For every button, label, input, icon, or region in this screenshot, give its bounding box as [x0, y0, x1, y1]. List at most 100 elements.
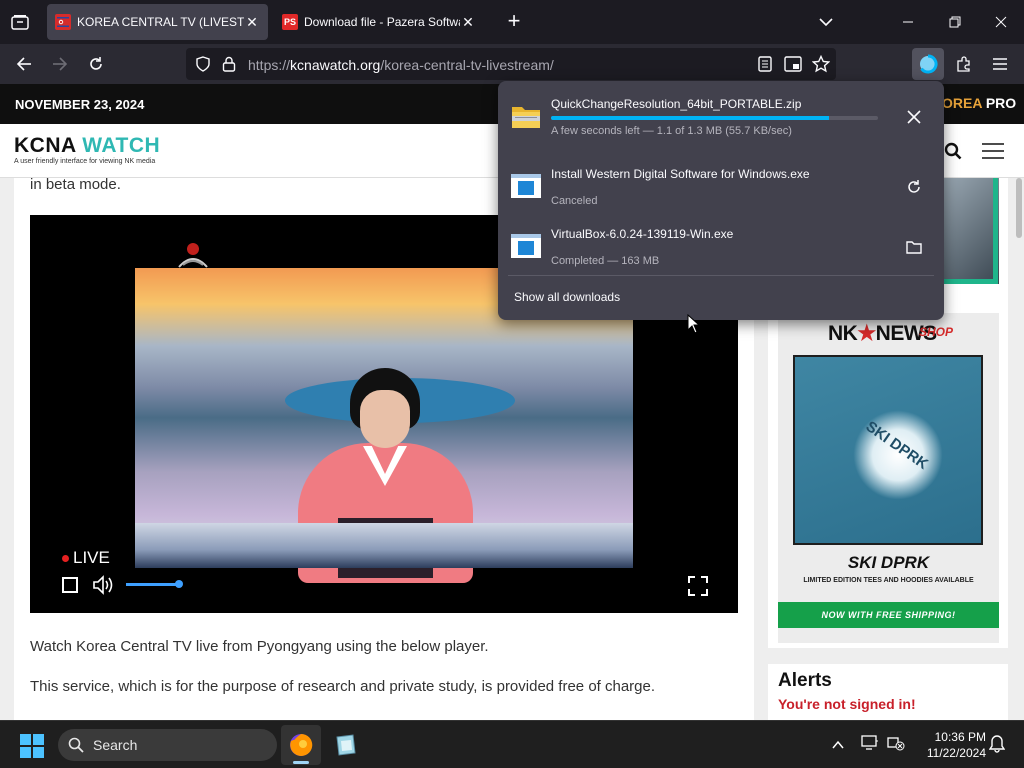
app-taskbar-button[interactable]: [325, 725, 365, 765]
reload-icon: [90, 57, 102, 70]
intro-paragraph: Watch Korea Central TV live from Pyongya…: [30, 638, 489, 655]
current-date: NOVEMBER 23, 2024: [15, 97, 145, 112]
download-status: A few seconds left — 1.1 of 1.3 MB (55.7…: [551, 125, 792, 137]
list-all-tabs-button[interactable]: [814, 12, 838, 32]
tab-close-icon[interactable]: ✕: [460, 14, 476, 31]
picture-in-picture-icon[interactable]: [784, 56, 802, 72]
tracking-protection-shield-icon[interactable]: [195, 56, 211, 72]
search-icon: [68, 737, 84, 753]
lock-icon[interactable]: [222, 56, 236, 72]
app-menu-button[interactable]: [988, 52, 1012, 76]
restore-icon: [949, 16, 961, 28]
shop-label: SHOP: [919, 325, 954, 339]
live-dot-icon: [62, 555, 69, 563]
site-menu-icon[interactable]: [982, 142, 1004, 160]
bookmark-star-icon[interactable]: [812, 55, 830, 73]
notification-bell-icon[interactable]: [989, 735, 1005, 753]
firefox-view-icon: [11, 15, 29, 30]
logo-tagline: A user friendly interface for viewing NK…: [14, 158, 156, 165]
volume-icon[interactable]: [92, 575, 114, 595]
new-tab-button[interactable]: +: [502, 10, 526, 34]
download-item[interactable]: VirtualBox-6.0.24-139119-Win.exe Complet…: [506, 217, 936, 275]
nk-pro-link[interactable]: OREA PRO: [942, 95, 1016, 111]
alerts-heading: Alerts: [778, 670, 832, 691]
beta-notice: in beta mode.: [30, 176, 121, 193]
navigation-toolbar: https://kcnawatch.org/korea-central-tv-l…: [0, 44, 1024, 84]
retry-icon: [908, 180, 920, 193]
downloads-button[interactable]: [912, 48, 944, 80]
tab-pazera[interactable]: PS Download file - Pazera Software ✕: [274, 4, 484, 40]
kcna-flag-icon: [55, 14, 71, 30]
tab-strip: KOREA CENTRAL TV (LIVESTRE ✕ PS Download…: [0, 0, 1024, 44]
show-in-folder-button[interactable]: [902, 235, 926, 259]
forward-button[interactable]: [48, 52, 72, 76]
taskbar-search-box[interactable]: Search: [58, 729, 277, 761]
firefox-taskbar-button[interactable]: [281, 725, 321, 765]
system-clock[interactable]: 10:36 PM 11/22/2024: [912, 729, 986, 761]
mouse-cursor-icon: [687, 314, 701, 334]
service-paragraph: This service, which is for the purpose o…: [30, 678, 656, 695]
forward-arrow-icon: [53, 57, 68, 71]
download-item[interactable]: QuickChangeResolution_64bit_PORTABLE.zip…: [506, 87, 936, 145]
search-icon[interactable]: [944, 142, 962, 160]
clock-date: 11/22/2024: [926, 746, 986, 760]
back-button[interactable]: [12, 52, 36, 76]
puzzle-extensions-icon: [957, 56, 970, 72]
news-desk: [135, 523, 633, 568]
search-label: Search: [93, 737, 138, 753]
active-app-indicator: [293, 761, 309, 764]
retry-download-button[interactable]: [902, 175, 926, 199]
close-window-button[interactable]: [989, 12, 1013, 32]
zip-folder-icon: [512, 107, 540, 128]
kcna-watch-logo[interactable]: KCNA WATCH A user friendly interface for…: [14, 135, 160, 166]
download-filename: VirtualBox-6.0.24-139119-Win.exe: [551, 227, 734, 241]
download-progress-icon: [920, 54, 938, 74]
live-indicator: LIVE: [62, 548, 110, 568]
ad-title: SKI DPRK: [847, 553, 930, 572]
download-status: Canceled: [551, 195, 598, 207]
hamburger-menu-icon: [993, 58, 1007, 70]
firefox-view-button[interactable]: [8, 8, 32, 36]
download-status: Completed — 163 MB: [551, 255, 660, 267]
show-all-downloads-button[interactable]: Show all downloads: [514, 290, 620, 304]
pazera-ps-icon: PS: [282, 14, 298, 30]
url-text: https://kcnawatch.org/korea-central-tv-l…: [248, 57, 554, 73]
exe-installer-icon: [511, 234, 541, 258]
minimize-icon: [903, 21, 913, 23]
page-scrollbar[interactable]: [1016, 178, 1022, 238]
nk-news-shop-ad[interactable]: NK★NEWS SHOP SKI DPRK SKI DPRK LIMITED E…: [778, 313, 999, 643]
windows-start-icon[interactable]: [20, 734, 44, 758]
chevron-up-icon[interactable]: [831, 738, 845, 752]
reader-view-icon[interactable]: [758, 56, 772, 72]
extensions-button[interactable]: [952, 52, 976, 76]
download-filename: QuickChangeResolution_64bit_PORTABLE.zip: [551, 97, 802, 111]
restore-button[interactable]: [943, 12, 967, 32]
stop-button[interactable]: [62, 577, 78, 593]
sign-in-status[interactable]: You're not signed in!: [778, 696, 916, 712]
downloads-panel: QuickChangeResolution_64bit_PORTABLE.zip…: [498, 81, 944, 320]
fullscreen-icon[interactable]: [688, 576, 708, 596]
tshirt-image: SKI DPRK: [793, 355, 983, 545]
exe-installer-icon: [511, 174, 541, 198]
app-window-icon: [336, 734, 356, 756]
minimize-button[interactable]: [896, 12, 920, 32]
reload-button[interactable]: [84, 52, 108, 76]
cancel-download-button[interactable]: [902, 105, 926, 129]
volume-slider[interactable]: [126, 583, 179, 586]
download-item[interactable]: Install Western Digital Software for Win…: [506, 157, 936, 215]
windows-taskbar: Search 10:36 PM 11/22/2024: [0, 720, 1024, 768]
close-icon: [995, 16, 1007, 28]
free-shipping-banner[interactable]: NOW WITH FREE SHIPPING!: [778, 602, 999, 628]
download-filename: Install Western Digital Software for Win…: [551, 167, 810, 181]
folder-icon: [906, 241, 922, 254]
url-bar[interactable]: https://kcnawatch.org/korea-central-tv-l…: [186, 48, 836, 80]
back-arrow-icon: [16, 57, 31, 71]
tab-close-icon[interactable]: ✕: [244, 14, 260, 31]
downloads-separator: [508, 275, 934, 276]
volume-slider-handle[interactable]: [175, 580, 183, 588]
firefox-icon: [290, 733, 313, 756]
display-icon[interactable]: [861, 735, 879, 751]
tab-kcna[interactable]: KOREA CENTRAL TV (LIVESTRE ✕: [47, 4, 268, 40]
network-muted-icon[interactable]: [887, 735, 905, 751]
clock-time: 10:36 PM: [934, 730, 986, 744]
